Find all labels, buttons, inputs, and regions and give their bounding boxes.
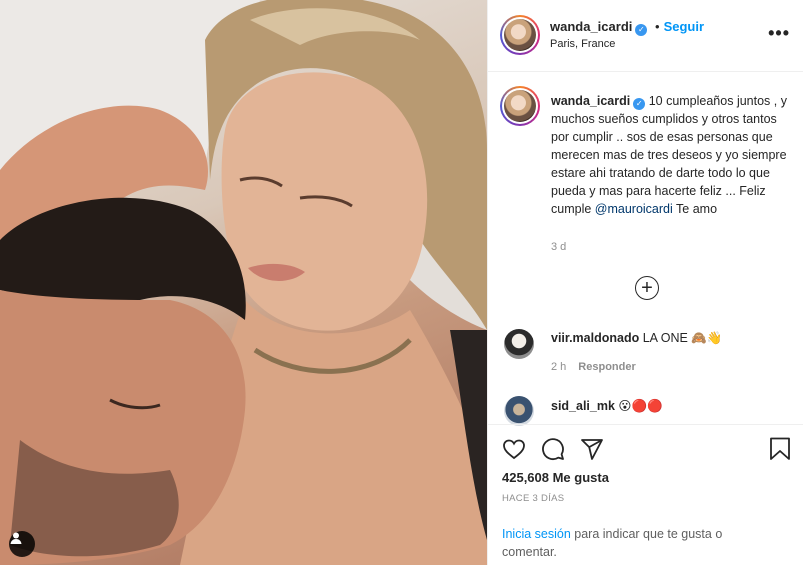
post-date: HACE 3 DÍAS	[502, 493, 565, 504]
caption-time: 3 d	[551, 241, 567, 253]
follow-button[interactable]: Seguir	[664, 19, 704, 34]
post-location[interactable]: Paris, France	[550, 38, 615, 50]
tagged-people-button[interactable]	[9, 531, 35, 557]
verified-badge-icon: ✓	[633, 98, 646, 110]
comment-username[interactable]: sid_ali_mk	[551, 399, 615, 413]
comment-meta: 2 h Responder	[551, 361, 648, 373]
comment-avatar[interactable]	[504, 396, 534, 426]
caption-username[interactable]: wanda_icardi	[551, 94, 630, 108]
author-avatar[interactable]	[500, 15, 540, 55]
post-photo[interactable]	[0, 0, 487, 565]
post-actions: 425,608 Me gusta HACE 3 DÍAS Inicia sesi…	[488, 424, 803, 565]
reply-button[interactable]: Responder	[578, 361, 635, 373]
post-caption: wanda_icardi ✓ 10 cumpleaños juntos , y m…	[551, 92, 791, 218]
comment-username[interactable]: viir.maldonado	[551, 331, 639, 345]
heart-icon[interactable]	[502, 437, 526, 461]
comment-item: sid_ali_mk 😮🔴🔴	[551, 398, 663, 414]
comment-text: 😮🔴🔴	[618, 399, 663, 413]
person-icon	[10, 532, 22, 544]
caption-avatar[interactable]	[500, 86, 540, 126]
comment-text: LA ONE 🙈👋	[642, 331, 723, 345]
load-more-comments-button[interactable]: +	[635, 276, 659, 300]
comment-icon[interactable]	[541, 437, 565, 461]
caption-text-end: Te amo	[672, 202, 718, 216]
caption-text: 10 cumpleaños juntos , y muchos sueños c…	[551, 94, 787, 216]
author-line: wanda_icardi ✓ • Seguir	[550, 19, 704, 36]
bookmark-icon[interactable]	[769, 437, 791, 461]
likes-count[interactable]: 425,608 Me gusta	[502, 470, 609, 485]
login-link[interactable]: Inicia sesión	[502, 527, 571, 541]
share-icon[interactable]	[580, 437, 604, 461]
login-prompt: Inicia sesión para indicar que te gusta …	[502, 525, 772, 561]
post-header: wanda_icardi ✓ • Seguir Paris, France •••	[488, 0, 803, 72]
more-options-button[interactable]: •••	[768, 24, 790, 42]
comment-avatar[interactable]	[504, 329, 534, 359]
comment-item: viir.maldonado LA ONE 🙈👋	[551, 331, 722, 346]
caption-mention-link[interactable]: @mauroicardi	[595, 202, 673, 216]
author-username[interactable]: wanda_icardi	[550, 19, 632, 34]
dot-separator: •	[655, 19, 660, 34]
verified-badge-icon: ✓	[635, 24, 648, 36]
post-sidebar: wanda_icardi ✓ • Seguir Paris, France ••• …	[487, 0, 803, 565]
comment-time: 2 h	[551, 361, 567, 373]
plus-icon: +	[641, 277, 653, 299]
post-photo-illustration	[0, 0, 487, 565]
